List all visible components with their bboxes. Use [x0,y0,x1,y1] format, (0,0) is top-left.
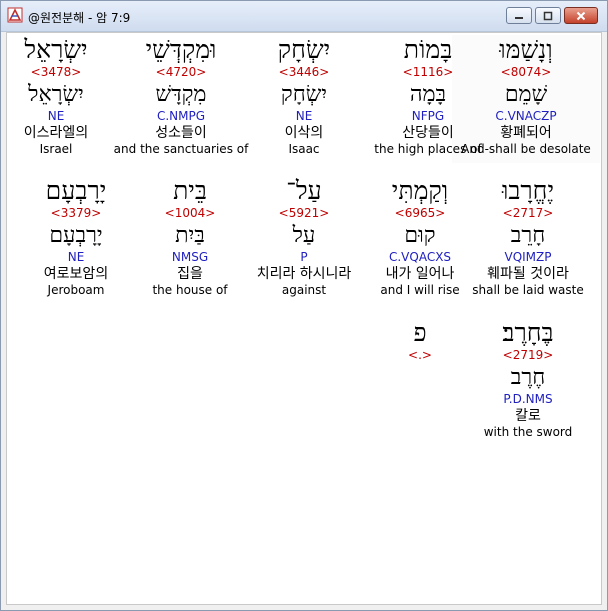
word-analysis-panel: וְנָשַׁמּוּ <8074> שָׁמֵם C.VNACZP 황폐되어 And-s… [6,32,602,605]
close-icon [576,11,586,20]
word-cell[interactable]: יִשְׂרָאֵל <3478> יִשְׂרָאֵל NE 이스라엘의 Israel [0,35,130,157]
word-morph: NE [67,250,85,264]
word-strong: <2719> [502,348,554,362]
word-cell[interactable]: בֶּחָרֶב׃ <2719> חֶרֶב P.D.NMS 칼로 with the sw… [454,318,602,440]
word-hebrew: בֶּחָרֶב׃ [502,318,554,347]
word-cell[interactable]: יָרָבְעָם <3379> יָרָבְעָם NE 여로보암의 Jeroboam [2,176,150,298]
word-english: Jeroboam [47,283,105,297]
word-strong: <3379> [50,206,102,220]
word-hebrew: יִשְׂרָאֵל [24,35,88,64]
minimize-icon [515,16,523,19]
word-korean: 이스라엘의 [23,125,89,141]
minimize-button[interactable] [506,7,532,24]
maximize-icon [543,11,553,20]
title-bar[interactable]: @원전분해 - 암 7:9 [1,1,607,32]
word-cell[interactable]: פ <.> [400,318,440,364]
close-button[interactable] [564,7,598,24]
word-hebrew: פ [413,318,427,347]
word-lemma: יִשְׂרָאֵל [28,82,84,107]
word-english: with the sword [483,425,573,439]
word-morph: NE [47,109,65,123]
word-english: Israel [39,142,73,156]
word-korean: 여로보암의 [43,266,109,282]
maximize-button[interactable] [535,7,561,24]
window-title: @원전분해 - 암 7:9 [28,11,131,25]
app-window: @원전분해 - 암 7:9 וְנָשַׁמּוּ <8074> שָׁמֵם C.V… [0,0,608,611]
word-strong: <3478> [30,65,82,79]
word-hebrew: יָרָבְעָם [45,176,107,205]
word-lemma: חֶרֶב [510,365,546,390]
word-korean: 칼로 [515,408,541,424]
word-morph: P.D.NMS [503,392,553,406]
word-lemma: יָרָבְעָם [49,223,103,248]
app-logo-icon [7,7,23,23]
word-strong: <.> [408,348,432,362]
